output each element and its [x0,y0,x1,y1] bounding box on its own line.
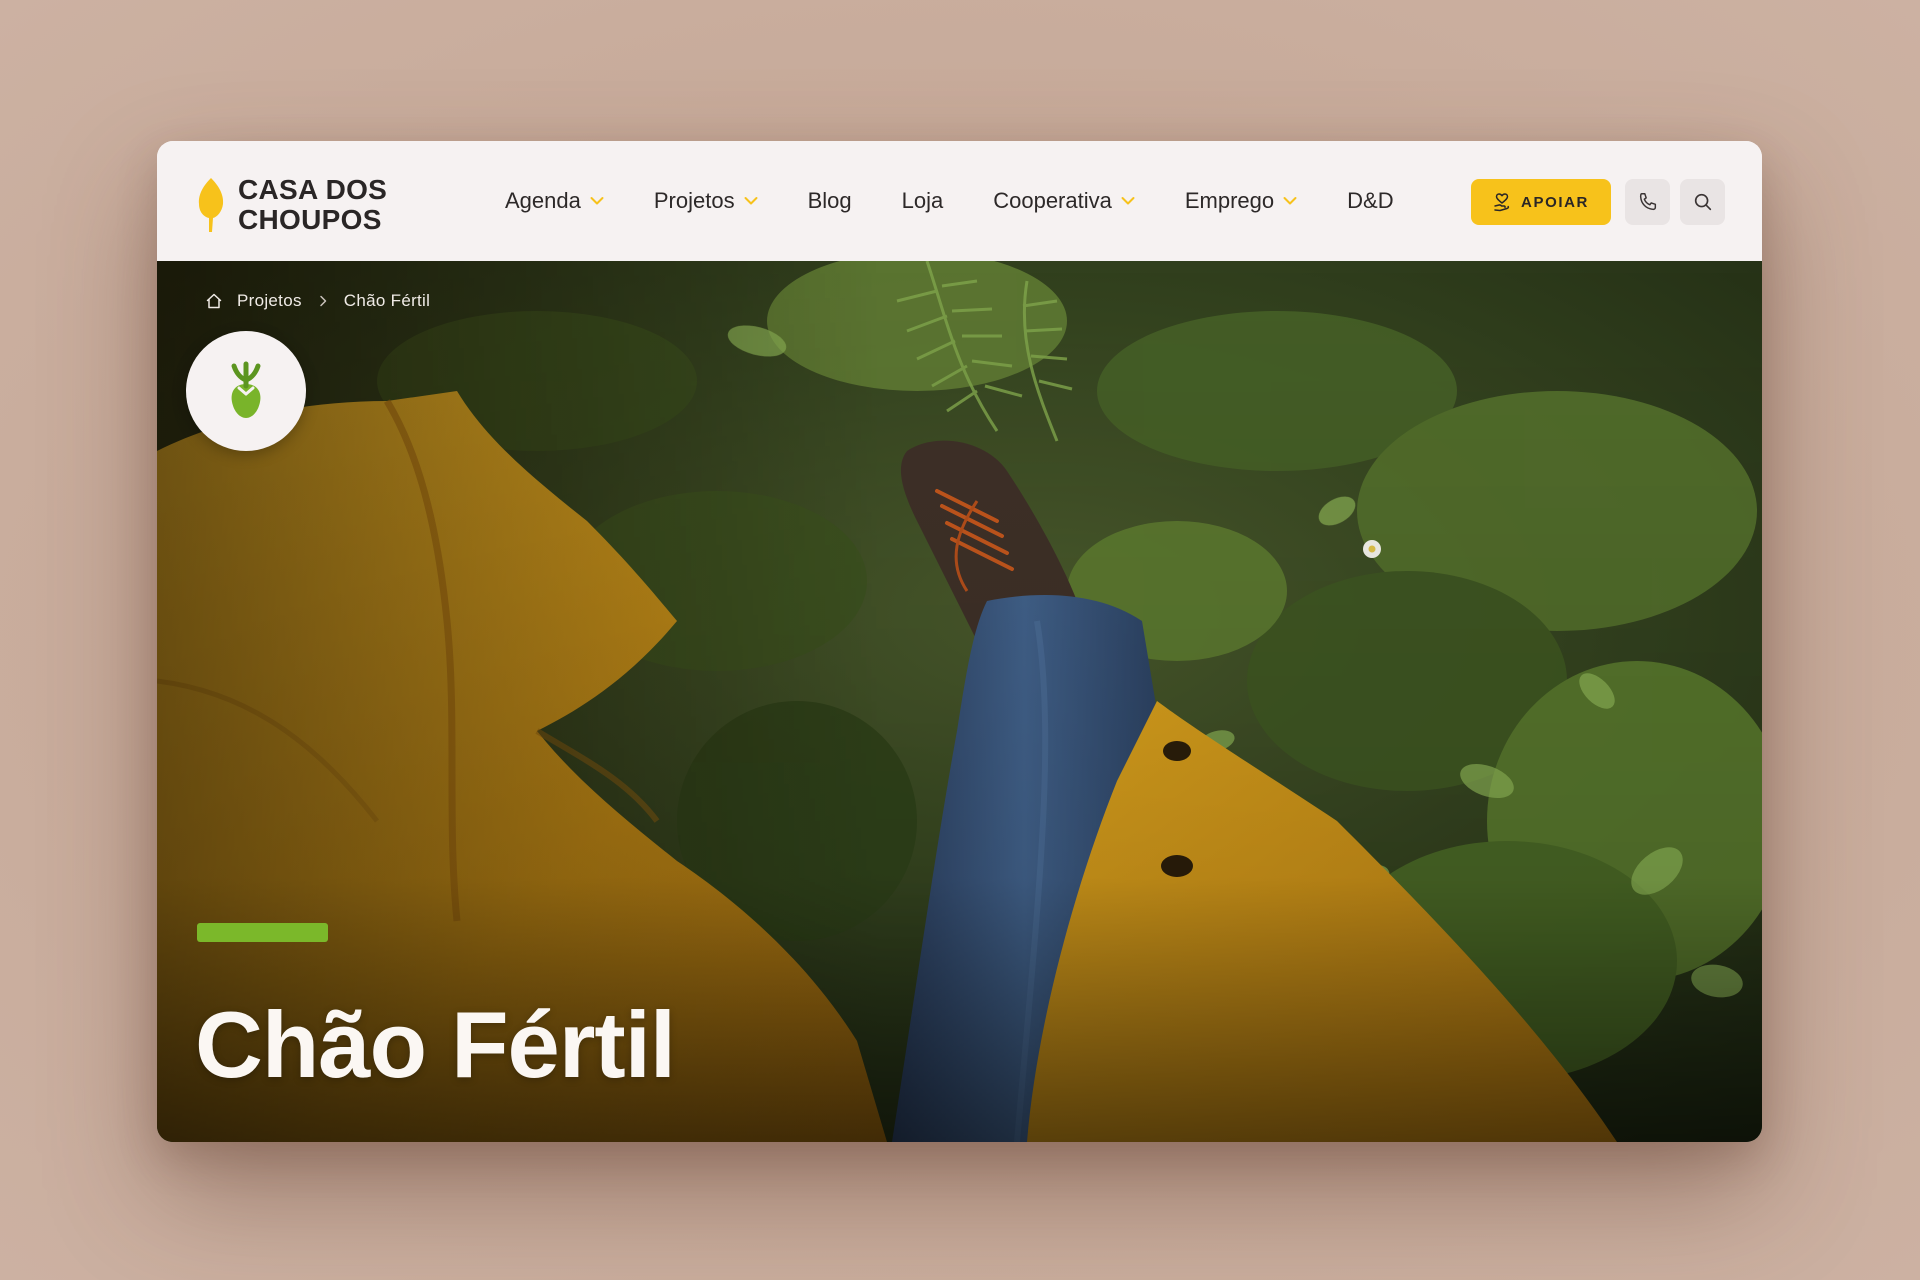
chevron-down-icon [590,197,604,205]
nav-item-label: Projetos [653,188,735,213]
support-button[interactable]: APOIAR [1471,179,1611,225]
browser-window: CASA DOS CHOUPOS Agenda Projetos Blog Lo… [157,141,1762,1142]
nav-item-agenda[interactable]: Agenda [505,188,604,214]
nav-item-cooperativa[interactable]: Cooperativa [993,188,1135,214]
breadcrumb-link-projetos[interactable]: Projetos [237,291,302,311]
chevron-down-icon [1283,197,1297,205]
nav-item-label: Agenda [505,188,581,213]
nav-item-label: Cooperativa [993,188,1112,213]
nav-item-label: Blog [807,188,852,213]
phone-button[interactable] [1625,179,1670,225]
phone-icon [1639,193,1656,211]
breadcrumb: Projetos Chão Fértil [205,291,430,311]
sprout-icon [231,361,261,418]
home-icon[interactable] [205,292,223,310]
logo-line-2: CHOUPOS [238,204,382,235]
chevron-down-icon [1121,197,1135,205]
nav-item-loja[interactable]: Loja [902,188,944,214]
logo-wordmark: CASA DOS CHOUPOS [238,175,387,235]
nav-item-dnd[interactable]: D&D [1347,188,1393,214]
chevron-down-icon [744,197,758,205]
hero-section: Projetos Chão Fértil Chão Fértil [157,261,1762,1142]
breadcrumb-current: Chão Fértil [343,291,431,310]
title-accent-bar [197,923,328,942]
site-logo[interactable]: CASA DOS CHOUPOS [196,175,387,235]
nav-item-label: D&D [1347,188,1394,213]
support-button-label: APOIAR [1521,193,1589,211]
poplar-leaf-icon [198,178,224,232]
site-header: CASA DOS CHOUPOS Agenda Projetos Blog Lo… [157,141,1762,261]
nav-item-blog[interactable]: Blog [808,188,852,214]
chevron-right-icon [320,295,327,307]
nav-item-emprego[interactable]: Emprego [1185,188,1297,214]
project-badge [186,331,306,451]
search-icon [1694,193,1711,211]
nav-item-label: Loja [901,188,944,213]
main-nav: Agenda Projetos Blog Loja Cooperativa Em… [505,141,1444,261]
heart-hand-icon [1494,193,1510,212]
nav-item-projetos[interactable]: Projetos [654,188,758,214]
nav-item-label: Emprego [1184,188,1275,213]
page-title: Chão Fértil [195,992,676,1097]
search-button[interactable] [1680,179,1725,225]
logo-line-1: CASA DOS [238,174,388,205]
